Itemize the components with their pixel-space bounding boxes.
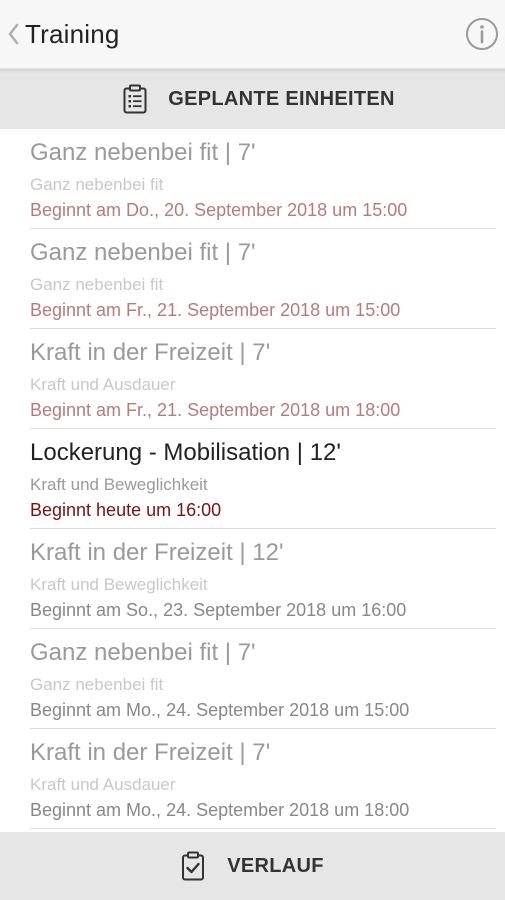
item-title: Ganz nebenbei fit | 7'	[30, 239, 256, 266]
item-subtitle: Ganz nebenbei fit	[30, 175, 164, 194]
item-date: Beginnt am Mo., 24. September 2018 um 18…	[30, 800, 410, 820]
item-title: Kraft in der Freizeit | 12'	[30, 539, 284, 566]
item-date: Beginnt heute um 16:00	[30, 500, 222, 520]
page-title: Training	[25, 18, 120, 49]
history-label: VERLAUF	[227, 854, 324, 877]
item-date: Beginnt am Do., 20. September 2018 um 15…	[30, 200, 408, 220]
item-date: Beginnt am So., 23. September 2018 um 16…	[30, 600, 407, 620]
section-title: GEPLANTE EINHEITEN	[168, 87, 395, 110]
clipboard-list-icon	[122, 84, 148, 114]
training-list: Ganz nebenbei fit | 7' Ganz nebenbei fit…	[0, 129, 505, 832]
back-button[interactable]: Training	[0, 0, 120, 68]
clipboard-check-icon	[181, 851, 205, 881]
list-item[interactable]: Lockerung - Mobilisation | 12' Kraft und…	[30, 429, 496, 529]
top-bar: Training	[0, 0, 505, 69]
item-title: Lockerung - Mobilisation | 12'	[30, 439, 341, 466]
item-title: Kraft in der Freizeit | 7'	[30, 339, 271, 366]
list-item[interactable]: Ganz nebenbei fit | 7' Ganz nebenbei fit…	[30, 229, 496, 329]
item-subtitle: Kraft und Ausdauer	[30, 375, 176, 394]
training-screen: Training GEPLANTE EINHEITEN Ganz nebenbe…	[0, 0, 505, 900]
list-item[interactable]: Kraft in der Freizeit | 12' Kraft und Be…	[30, 529, 496, 629]
list-item[interactable]: Kraft in der Freizeit | 7' Kraft und Aus…	[30, 729, 496, 829]
item-title: Ganz nebenbei fit | 7'	[30, 639, 256, 666]
history-button[interactable]: VERLAUF	[0, 832, 505, 900]
item-date: Beginnt am Fr., 21. September 2018 um 18…	[30, 400, 401, 420]
item-subtitle: Ganz nebenbei fit	[30, 275, 164, 294]
item-title: Kraft in der Freizeit | 7'	[30, 739, 271, 766]
item-subtitle: Kraft und Beweglichkeit	[30, 475, 208, 494]
list-item[interactable]: Kraft in der Freizeit | 7' Kraft und Aus…	[30, 329, 496, 429]
chevron-left-icon	[4, 19, 22, 49]
item-date: Beginnt am Fr., 21. September 2018 um 15…	[30, 300, 401, 320]
item-subtitle: Kraft und Beweglichkeit	[30, 575, 208, 594]
item-date: Beginnt am Mo., 24. September 2018 um 15…	[30, 700, 410, 720]
info-button[interactable]	[465, 17, 499, 51]
planned-units-header[interactable]: GEPLANTE EINHEITEN	[0, 69, 505, 129]
list-item[interactable]: Ganz nebenbei fit | 7' Ganz nebenbei fit…	[30, 129, 496, 229]
list-item[interactable]: Ganz nebenbei fit | 7' Ganz nebenbei fit…	[30, 629, 496, 729]
info-icon	[465, 18, 499, 55]
item-subtitle: Ganz nebenbei fit	[30, 675, 164, 694]
item-subtitle: Kraft und Ausdauer	[30, 775, 176, 794]
item-title: Ganz nebenbei fit | 7'	[30, 139, 256, 166]
